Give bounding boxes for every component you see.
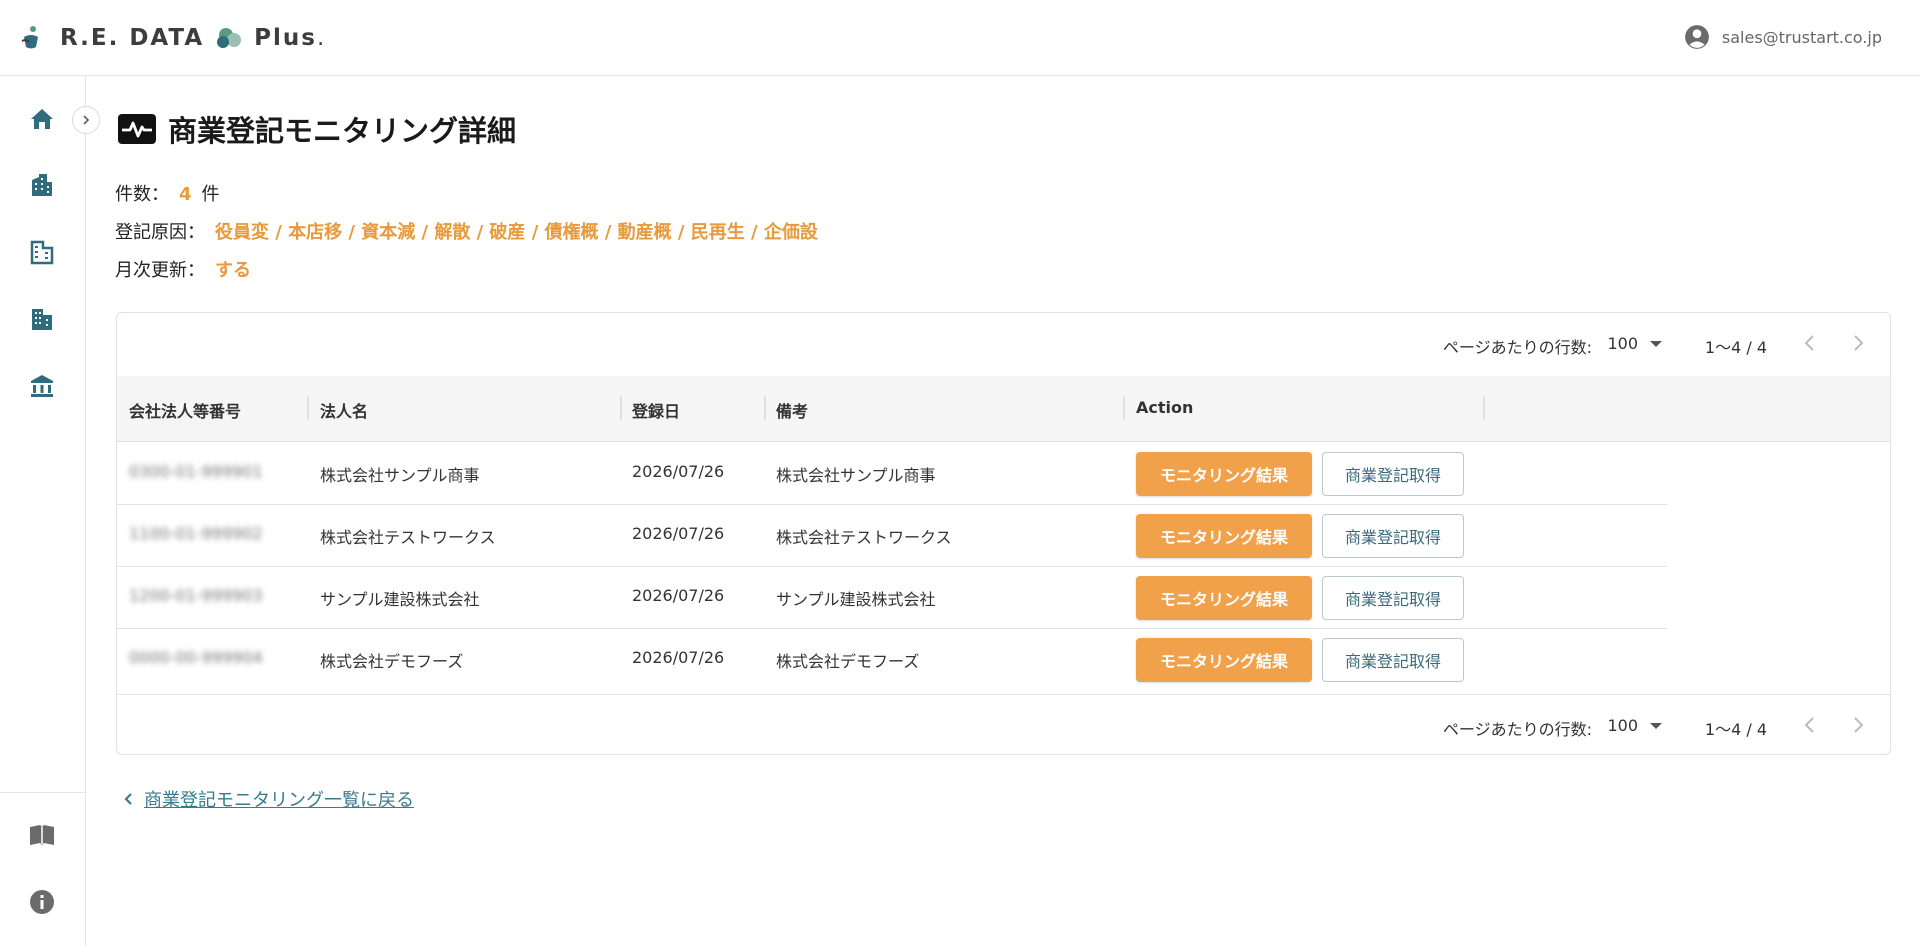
cloud-icon xyxy=(217,28,242,48)
logo-plus-text: Plus xyxy=(254,25,317,51)
rows-per-page-select[interactable]: 100 xyxy=(1607,716,1662,735)
sidebar-expand-button[interactable] xyxy=(72,106,100,134)
company-number: 0300-01-999901 xyxy=(129,462,263,481)
apartment-icon[interactable] xyxy=(27,304,57,334)
page-range: 1〜4 / 4 xyxy=(1704,338,1767,357)
user-email: sales@trustart.co.jp xyxy=(1721,27,1882,47)
bottom-pagination: ページあたりの行数: 100 1〜4 / 4 xyxy=(117,694,1890,754)
get-registry-button[interactable]: 商業登記取得 xyxy=(1322,638,1464,682)
company-name: サンプル建設株式会社 xyxy=(320,590,480,609)
chevron-left-icon xyxy=(124,793,132,805)
monitor-pulse-icon xyxy=(118,114,156,144)
count-info: 件数： 4 件 xyxy=(115,180,220,206)
column-separator[interactable] xyxy=(1483,396,1485,420)
column-header[interactable]: 法人名 xyxy=(320,398,368,422)
column-header[interactable]: 会社法人等番号 xyxy=(129,398,241,422)
logo-text: R.E. DATA xyxy=(60,25,205,51)
app-logo[interactable]: R.E. DATA Plus . xyxy=(20,22,324,54)
monitoring-result-button[interactable]: モニタリング結果 xyxy=(1136,576,1312,620)
table-row: 0000-00-999904 株式会社デモフーズ 2026/07/26 株式会社… xyxy=(117,629,1667,691)
back-to-list-link[interactable]: 商業登記モニタリング一覧に戻る xyxy=(122,786,414,812)
rows-per-page-select[interactable]: 100 xyxy=(1607,334,1662,353)
count-unit: 件 xyxy=(201,184,220,205)
logo-mark-icon xyxy=(21,26,38,49)
chevron-left-icon[interactable] xyxy=(1798,713,1822,737)
column-separator[interactable] xyxy=(1123,396,1125,420)
registered-date: 2026/07/26 xyxy=(632,648,725,667)
reason-info: 登記原因： 役員変 / 本店移 / 資本減 / 解散 / 破産 / 債権概 / 動… xyxy=(115,218,818,244)
note: 株式会社サンプル商事 xyxy=(776,466,936,485)
table-row: 1200-01-999903 サンプル建設株式会社 2026/07/26 サンプ… xyxy=(117,567,1667,629)
company-number: 1100-01-999902 xyxy=(129,524,263,543)
page-range: 1〜4 / 4 xyxy=(1704,720,1767,739)
column-header[interactable]: 登録日 xyxy=(632,398,680,422)
get-registry-button[interactable]: 商業登記取得 xyxy=(1322,576,1464,620)
monitoring-result-button[interactable]: モニタリング結果 xyxy=(1136,638,1312,682)
count-value: 4 xyxy=(179,184,192,205)
rows-per-page-label: ページあたりの行数: xyxy=(1442,720,1592,739)
logo-dot: . xyxy=(316,25,325,51)
registered-date: 2026/07/26 xyxy=(632,586,725,605)
monthly-value: する xyxy=(215,260,251,281)
note: サンプル建設株式会社 xyxy=(776,590,936,609)
caret-down-icon xyxy=(1650,340,1662,347)
monitoring-result-button[interactable]: モニタリング結果 xyxy=(1136,514,1312,558)
note: 株式会社テストワークス xyxy=(776,528,952,547)
table-row: 0300-01-999901 株式会社サンプル商事 2026/07/26 株式会… xyxy=(117,443,1667,505)
count-label: 件数： xyxy=(115,184,169,205)
info-icon[interactable] xyxy=(27,887,57,917)
monthly-update-info: 月次更新： する xyxy=(115,256,251,282)
rows-per-page-value: 100 xyxy=(1607,334,1638,353)
rows-per-page-value: 100 xyxy=(1607,716,1638,735)
account-circle-icon xyxy=(1684,25,1709,49)
column-separator[interactable] xyxy=(620,396,622,420)
column-header[interactable]: Action xyxy=(1136,398,1193,417)
chevron-right-icon[interactable] xyxy=(1846,713,1870,737)
company-name: 株式会社サンプル商事 xyxy=(320,466,480,485)
column-separator[interactable] xyxy=(764,396,766,420)
table-row: 1100-01-999902 株式会社テストワークス 2026/07/26 株式… xyxy=(117,505,1667,567)
caret-down-icon xyxy=(1650,722,1662,729)
top-header: R.E. DATA Plus . sales@trustart.co.jp xyxy=(0,0,1920,76)
back-link-label: 商業登記モニタリング一覧に戻る xyxy=(144,790,414,811)
bank-icon[interactable] xyxy=(27,371,57,401)
registered-date: 2026/07/26 xyxy=(632,524,725,543)
chevron-right-icon xyxy=(83,115,90,125)
top-pagination: ページあたりの行数: 100 1〜4 / 4 xyxy=(117,313,1890,375)
page-header: 商業登記モニタリング詳細 xyxy=(118,108,516,150)
page-title: 商業登記モニタリング詳細 xyxy=(168,114,517,148)
get-registry-button[interactable]: 商業登記取得 xyxy=(1322,514,1464,558)
office-building-icon[interactable] xyxy=(27,237,57,267)
manual-book-icon[interactable] xyxy=(27,820,57,850)
results-table-card: ページあたりの行数: 100 1〜4 / 4 会社法人等番号 法人名 登録日 備… xyxy=(116,312,1891,755)
column-header[interactable]: 備考 xyxy=(776,398,808,422)
company-name: 株式会社デモフーズ xyxy=(320,652,464,671)
buildings-icon[interactable] xyxy=(27,170,57,200)
table-header: 会社法人等番号 法人名 登録日 備考 Action xyxy=(117,376,1890,442)
user-menu[interactable]: sales@trustart.co.jp xyxy=(1684,24,1882,50)
sidebar-divider xyxy=(0,792,86,793)
company-name: 株式会社テストワークス xyxy=(320,528,496,547)
chevron-right-icon[interactable] xyxy=(1846,331,1870,355)
column-separator[interactable] xyxy=(307,396,309,420)
sidebar xyxy=(0,76,86,946)
reason-label: 登記原因： xyxy=(115,222,205,243)
reason-value: 役員変 / 本店移 / 資本減 / 解散 / 破産 / 債権概 / 動産概 / … xyxy=(215,222,818,243)
get-registry-button[interactable]: 商業登記取得 xyxy=(1322,452,1464,496)
monthly-label: 月次更新： xyxy=(115,260,205,281)
note: 株式会社デモフーズ xyxy=(776,652,920,671)
chevron-left-icon[interactable] xyxy=(1798,331,1822,355)
registered-date: 2026/07/26 xyxy=(632,462,725,481)
company-number: 0000-00-999904 xyxy=(129,648,263,667)
company-number: 1200-01-999903 xyxy=(129,586,263,605)
monitoring-result-button[interactable]: モニタリング結果 xyxy=(1136,452,1312,496)
rows-per-page-label: ページあたりの行数: xyxy=(1442,338,1592,357)
home-icon[interactable] xyxy=(27,104,57,134)
